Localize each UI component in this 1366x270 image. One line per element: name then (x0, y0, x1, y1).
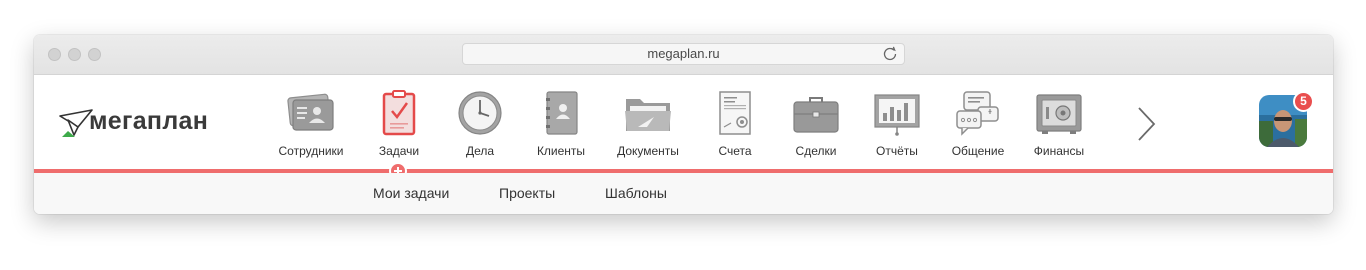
nav-item-employees[interactable]: Сотрудники (266, 87, 356, 167)
tasks-clipboard-icon (382, 90, 416, 136)
nav-item-finances[interactable]: Финансы (1014, 87, 1104, 167)
chevron-right-icon[interactable] (1134, 105, 1158, 143)
chat-bubbles-icon (956, 91, 999, 136)
subnav-my-tasks[interactable]: Мои задачи (373, 185, 449, 201)
contacts-book-icon (546, 91, 578, 135)
megaplan-logo[interactable]: мегаплан (59, 107, 219, 139)
clock-icon (458, 91, 502, 135)
employees-icon (287, 93, 334, 131)
main-navbar: мегаплан Сотрудники Задачи Дела Клиенты … (34, 75, 1333, 169)
subnav-projects[interactable]: Проекты (499, 185, 555, 201)
browser-titlebar: megaplan.ru (34, 35, 1333, 75)
address-bar-url: megaplan.ru (647, 46, 720, 61)
reload-icon[interactable] (881, 45, 899, 63)
browser-window: megaplan.ru мегаплан Сотрудники Задачи Д… (34, 35, 1333, 214)
safe-icon (1036, 94, 1082, 134)
briefcase-icon (793, 97, 839, 133)
subnav-templates[interactable]: Шаблоны (605, 185, 667, 201)
invoice-icon (719, 91, 751, 135)
folder-icon (625, 99, 671, 131)
chart-board-icon (874, 94, 920, 136)
close-window-button[interactable] (48, 48, 61, 61)
zoom-window-button[interactable] (88, 48, 101, 61)
logo-text: мегаплан (89, 107, 209, 135)
notification-badge: 5 (1293, 91, 1314, 112)
minimize-window-button[interactable] (68, 48, 81, 61)
address-bar[interactable]: megaplan.ru (462, 43, 905, 65)
nav-item-label: Финансы (1033, 144, 1085, 158)
sub-navbar: Мои задачи Проекты Шаблоны (34, 173, 1333, 214)
paper-plane-logo-icon (59, 109, 93, 137)
